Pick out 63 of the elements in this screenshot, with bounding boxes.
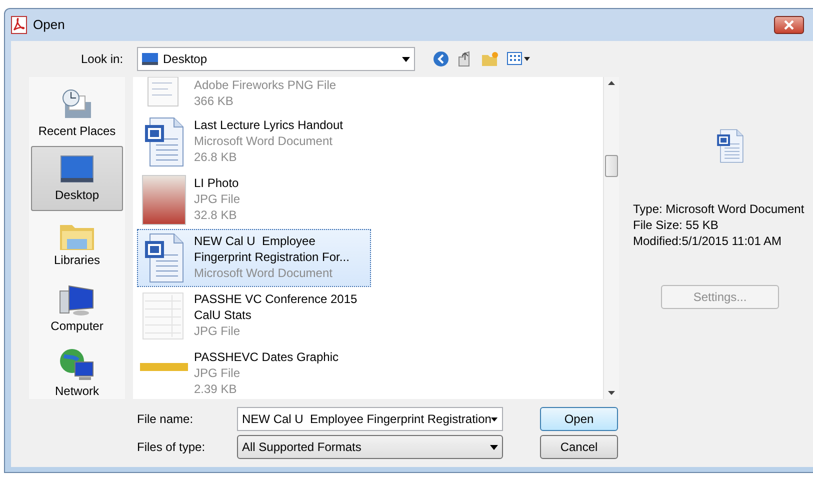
- file-name: LI Photo: [194, 175, 240, 191]
- word-document-icon: [715, 129, 745, 163]
- place-label: Recent Places: [38, 122, 116, 140]
- file-name: NEW Cal U Employee Fingerprint Registration For...: [194, 233, 350, 265]
- file-details: Type: Microsoft Word Document File Size: 55 KB Modified:5/1/2015 11:01 AM: [633, 201, 806, 249]
- desktop-icon: [59, 154, 95, 186]
- file-name: PASSHE VC Conference 2015 CalU Stats: [194, 291, 358, 323]
- file-type-label: Files of type:: [137, 439, 206, 456]
- file-size: 366 KB: [194, 93, 234, 109]
- look-in-label: Look in:: [81, 51, 124, 68]
- scroll-up-icon[interactable]: [608, 81, 615, 85]
- spreadsheet-thumbnail-icon: [142, 291, 186, 341]
- place-item[interactable]: Recent Places: [31, 81, 123, 146]
- file-size: 32.8 KB: [194, 207, 238, 223]
- file-size: 2.39 KB: [194, 381, 238, 397]
- file-type: Microsoft Word Document: [194, 133, 334, 149]
- back-icon[interactable]: [433, 51, 449, 67]
- file-name-label: File name:: [137, 411, 194, 428]
- file-type: Adobe Fireworks PNG File: [194, 77, 336, 93]
- file-type: JPG File: [194, 323, 242, 339]
- open-button[interactable]: Open: [540, 407, 618, 431]
- globe-computer-icon: [59, 348, 95, 382]
- window-title: Open: [33, 16, 65, 34]
- dropdown-arrow-icon[interactable]: [490, 444, 498, 450]
- place-label: Network: [54, 382, 99, 400]
- look-in-dropdown[interactable]: Desktop: [137, 47, 415, 71]
- place-item[interactable]: Libraries: [31, 211, 123, 276]
- place-label: Desktop: [54, 186, 100, 204]
- photo-placeholder: [142, 175, 186, 225]
- desktop-icon: [142, 53, 158, 65]
- file-name-field[interactable]: NEW Cal U Employee Fingerprint Registration: [237, 407, 503, 431]
- view-menu-icon[interactable]: [507, 52, 531, 66]
- computer-icon: [59, 282, 95, 316]
- look-in-value: Desktop: [163, 51, 208, 68]
- file-name: Last Lecture Lyrics Handout: [194, 117, 343, 133]
- pdf-icon: [11, 16, 27, 34]
- file-type: JPG File: [194, 365, 242, 381]
- file-item[interactable]: Last Lecture Lyrics Handout Microsoft Word Document 26.8 KB: [137, 113, 371, 171]
- dropdown-arrow-icon[interactable]: [402, 56, 410, 62]
- word-document-icon: [142, 117, 186, 167]
- file-item[interactable]: LI Photo JPG File 32.8 KB: [137, 171, 371, 229]
- place-item[interactable]: Network: [31, 341, 123, 406]
- place-item[interactable]: Computer: [31, 276, 123, 341]
- file-item[interactable]: PASSHE VC Conference 2015 CalU Stats JPG File: [137, 287, 371, 345]
- close-icon: [784, 20, 794, 30]
- file-name: PASSHEVC Dates Graphic: [194, 349, 338, 365]
- close-button[interactable]: [774, 16, 804, 34]
- file-type-dropdown[interactable]: All Supported Formats: [237, 435, 503, 459]
- scrollbar[interactable]: [603, 77, 619, 399]
- place-item[interactable]: Desktop: [31, 146, 123, 211]
- scroll-thumb[interactable]: [605, 154, 618, 176]
- file-type: Microsoft Word Document: [194, 265, 334, 281]
- word-document-icon: [142, 233, 186, 283]
- dropdown-arrow-icon[interactable]: [491, 416, 498, 422]
- place-label: Libraries: [54, 252, 100, 268]
- banner-thumbnail-icon: [140, 363, 188, 373]
- place-label: Computer: [50, 318, 104, 334]
- file-item[interactable]: NEW Cal U Employee Fingerprint Registration For... Microsoft Word Document: [137, 229, 371, 287]
- file-type: JPG File: [194, 191, 240, 207]
- file-size: 26.8 KB: [194, 149, 238, 165]
- file-item[interactable]: PASSHEVC Dates Graphic JPG File 2.39 KB: [137, 345, 371, 399]
- cancel-button[interactable]: Cancel: [540, 435, 618, 459]
- scroll-down-icon[interactable]: [608, 391, 615, 395]
